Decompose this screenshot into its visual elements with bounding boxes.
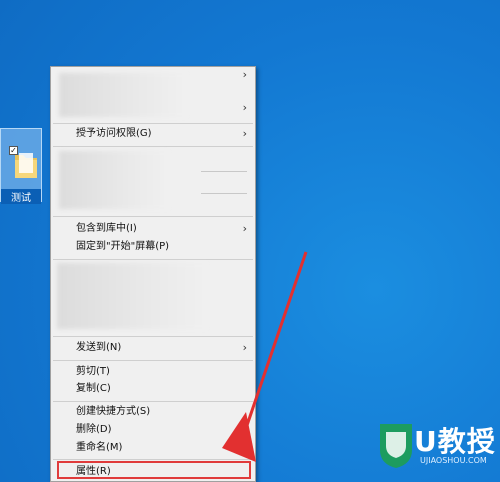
red-pointer-arrow — [222, 251, 308, 462]
watermark-url: UJIAOSHOU.COM — [420, 456, 487, 465]
logo-shield-icon — [380, 424, 412, 468]
watermark-text: U教授 — [414, 425, 496, 458]
watermark-logo: U教授 UJIAOSHOU.COM — [376, 418, 496, 472]
